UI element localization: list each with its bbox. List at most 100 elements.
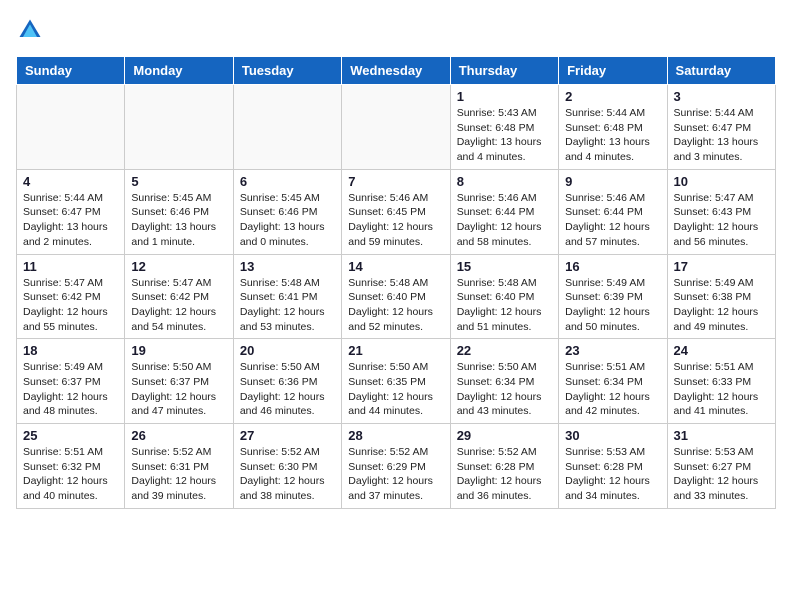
day-number: 30 <box>565 428 660 443</box>
day-number: 3 <box>674 89 769 104</box>
calendar-cell: 28 Sunrise: 5:52 AM Sunset: 6:29 PM Dayli… <box>342 424 450 509</box>
day-info: Sunrise: 5:48 AM Sunset: 6:40 PM Dayligh… <box>457 276 552 335</box>
calendar-cell: 14 Sunrise: 5:48 AM Sunset: 6:40 PM Dayli… <box>342 254 450 339</box>
page-header <box>16 16 776 44</box>
calendar-cell: 22 Sunrise: 5:50 AM Sunset: 6:34 PM Dayli… <box>450 339 558 424</box>
calendar-cell: 16 Sunrise: 5:49 AM Sunset: 6:39 PM Dayli… <box>559 254 667 339</box>
day-info: Sunrise: 5:44 AM Sunset: 6:48 PM Dayligh… <box>565 106 660 165</box>
calendar-week-3: 11Sunrise: 5:47 AM Sunset: 6:42 PM Dayli… <box>17 254 776 339</box>
header-wednesday: Wednesday <box>342 57 450 85</box>
day-info: Sunrise: 5:51 AM Sunset: 6:33 PM Dayligh… <box>674 360 769 419</box>
calendar-cell: 21Sunrise: 5:50 AM Sunset: 6:35 PM Dayli… <box>342 339 450 424</box>
day-number: 12 <box>131 259 226 274</box>
calendar-table: SundayMondayTuesdayWednesdayThursdayFrid… <box>16 56 776 509</box>
header-saturday: Saturday <box>667 57 775 85</box>
day-info: Sunrise: 5:46 AM Sunset: 6:44 PM Dayligh… <box>565 191 660 250</box>
day-info: Sunrise: 5:46 AM Sunset: 6:45 PM Dayligh… <box>348 191 443 250</box>
calendar-cell: 1 Sunrise: 5:43 AM Sunset: 6:48 PM Daylig… <box>450 85 558 170</box>
calendar-cell: 11Sunrise: 5:47 AM Sunset: 6:42 PM Dayli… <box>17 254 125 339</box>
day-info: Sunrise: 5:47 AM Sunset: 6:43 PM Dayligh… <box>674 191 769 250</box>
calendar-cell: 30 Sunrise: 5:53 AM Sunset: 6:28 PM Dayli… <box>559 424 667 509</box>
day-info: Sunrise: 5:50 AM Sunset: 6:35 PM Dayligh… <box>348 360 443 419</box>
day-info: Sunrise: 5:50 AM Sunset: 6:34 PM Dayligh… <box>457 360 552 419</box>
day-info: Sunrise: 5:51 AM Sunset: 6:32 PM Dayligh… <box>23 445 118 504</box>
day-info: Sunrise: 5:53 AM Sunset: 6:28 PM Dayligh… <box>565 445 660 504</box>
calendar-cell <box>233 85 341 170</box>
day-number: 19 <box>131 343 226 358</box>
calendar-cell: 26Sunrise: 5:52 AM Sunset: 6:31 PM Dayli… <box>125 424 233 509</box>
day-info: Sunrise: 5:52 AM Sunset: 6:30 PM Dayligh… <box>240 445 335 504</box>
day-info: Sunrise: 5:52 AM Sunset: 6:31 PM Dayligh… <box>131 445 226 504</box>
header-sunday: Sunday <box>17 57 125 85</box>
calendar-cell: 6Sunrise: 5:45 AM Sunset: 6:46 PM Daylig… <box>233 169 341 254</box>
day-number: 27 <box>240 428 335 443</box>
day-number: 5 <box>131 174 226 189</box>
day-number: 1 <box>457 89 552 104</box>
day-number: 20 <box>240 343 335 358</box>
day-number: 28 <box>348 428 443 443</box>
calendar-week-4: 18Sunrise: 5:49 AM Sunset: 6:37 PM Dayli… <box>17 339 776 424</box>
day-info: Sunrise: 5:49 AM Sunset: 6:38 PM Dayligh… <box>674 276 769 335</box>
calendar-cell: 29 Sunrise: 5:52 AM Sunset: 6:28 PM Dayli… <box>450 424 558 509</box>
day-number: 2 <box>565 89 660 104</box>
logo-icon <box>16 16 44 44</box>
day-number: 16 <box>565 259 660 274</box>
calendar-cell: 5 Sunrise: 5:45 AM Sunset: 6:46 PM Daylig… <box>125 169 233 254</box>
calendar-cell: 10 Sunrise: 5:47 AM Sunset: 6:43 PM Dayli… <box>667 169 775 254</box>
calendar-cell <box>125 85 233 170</box>
day-info: Sunrise: 5:48 AM Sunset: 6:41 PM Dayligh… <box>240 276 335 335</box>
day-info: Sunrise: 5:48 AM Sunset: 6:40 PM Dayligh… <box>348 276 443 335</box>
day-number: 15 <box>457 259 552 274</box>
day-info: Sunrise: 5:47 AM Sunset: 6:42 PM Dayligh… <box>23 276 118 335</box>
logo <box>16 16 48 44</box>
day-number: 17 <box>674 259 769 274</box>
calendar-cell: 31 Sunrise: 5:53 AM Sunset: 6:27 PM Dayli… <box>667 424 775 509</box>
day-number: 7 <box>348 174 443 189</box>
calendar-cell: 19 Sunrise: 5:50 AM Sunset: 6:37 PM Dayli… <box>125 339 233 424</box>
calendar-cell: 9 Sunrise: 5:46 AM Sunset: 6:44 PM Daylig… <box>559 169 667 254</box>
header-monday: Monday <box>125 57 233 85</box>
day-info: Sunrise: 5:50 AM Sunset: 6:37 PM Dayligh… <box>131 360 226 419</box>
day-info: Sunrise: 5:47 AM Sunset: 6:42 PM Dayligh… <box>131 276 226 335</box>
day-number: 23 <box>565 343 660 358</box>
header-tuesday: Tuesday <box>233 57 341 85</box>
day-number: 29 <box>457 428 552 443</box>
day-info: Sunrise: 5:45 AM Sunset: 6:46 PM Dayligh… <box>131 191 226 250</box>
calendar-cell: 12 Sunrise: 5:47 AM Sunset: 6:42 PM Dayli… <box>125 254 233 339</box>
calendar-cell: 13 Sunrise: 5:48 AM Sunset: 6:41 PM Dayli… <box>233 254 341 339</box>
calendar-cell: 20 Sunrise: 5:50 AM Sunset: 6:36 PM Dayli… <box>233 339 341 424</box>
day-number: 9 <box>565 174 660 189</box>
day-number: 6 <box>240 174 335 189</box>
day-info: Sunrise: 5:52 AM Sunset: 6:28 PM Dayligh… <box>457 445 552 504</box>
day-number: 18 <box>23 343 118 358</box>
calendar-header-row: SundayMondayTuesdayWednesdayThursdayFrid… <box>17 57 776 85</box>
day-number: 4 <box>23 174 118 189</box>
calendar-cell: 18Sunrise: 5:49 AM Sunset: 6:37 PM Dayli… <box>17 339 125 424</box>
calendar-cell: 2 Sunrise: 5:44 AM Sunset: 6:48 PM Daylig… <box>559 85 667 170</box>
calendar-week-1: 1 Sunrise: 5:43 AM Sunset: 6:48 PM Daylig… <box>17 85 776 170</box>
calendar-cell: 25Sunrise: 5:51 AM Sunset: 6:32 PM Dayli… <box>17 424 125 509</box>
day-info: Sunrise: 5:50 AM Sunset: 6:36 PM Dayligh… <box>240 360 335 419</box>
calendar-cell: 3 Sunrise: 5:44 AM Sunset: 6:47 PM Daylig… <box>667 85 775 170</box>
day-info: Sunrise: 5:44 AM Sunset: 6:47 PM Dayligh… <box>23 191 118 250</box>
calendar-week-5: 25Sunrise: 5:51 AM Sunset: 6:32 PM Dayli… <box>17 424 776 509</box>
day-number: 14 <box>348 259 443 274</box>
day-number: 13 <box>240 259 335 274</box>
day-number: 10 <box>674 174 769 189</box>
day-number: 31 <box>674 428 769 443</box>
day-info: Sunrise: 5:53 AM Sunset: 6:27 PM Dayligh… <box>674 445 769 504</box>
calendar-cell: 23 Sunrise: 5:51 AM Sunset: 6:34 PM Dayli… <box>559 339 667 424</box>
calendar-cell: 4 Sunrise: 5:44 AM Sunset: 6:47 PM Daylig… <box>17 169 125 254</box>
day-info: Sunrise: 5:44 AM Sunset: 6:47 PM Dayligh… <box>674 106 769 165</box>
calendar-cell: 7 Sunrise: 5:46 AM Sunset: 6:45 PM Daylig… <box>342 169 450 254</box>
day-info: Sunrise: 5:51 AM Sunset: 6:34 PM Dayligh… <box>565 360 660 419</box>
day-info: Sunrise: 5:49 AM Sunset: 6:39 PM Dayligh… <box>565 276 660 335</box>
calendar-cell <box>342 85 450 170</box>
day-number: 22 <box>457 343 552 358</box>
header-thursday: Thursday <box>450 57 558 85</box>
day-number: 24 <box>674 343 769 358</box>
day-info: Sunrise: 5:52 AM Sunset: 6:29 PM Dayligh… <box>348 445 443 504</box>
calendar-cell: 17 Sunrise: 5:49 AM Sunset: 6:38 PM Dayli… <box>667 254 775 339</box>
calendar-cell <box>17 85 125 170</box>
day-info: Sunrise: 5:43 AM Sunset: 6:48 PM Dayligh… <box>457 106 552 165</box>
